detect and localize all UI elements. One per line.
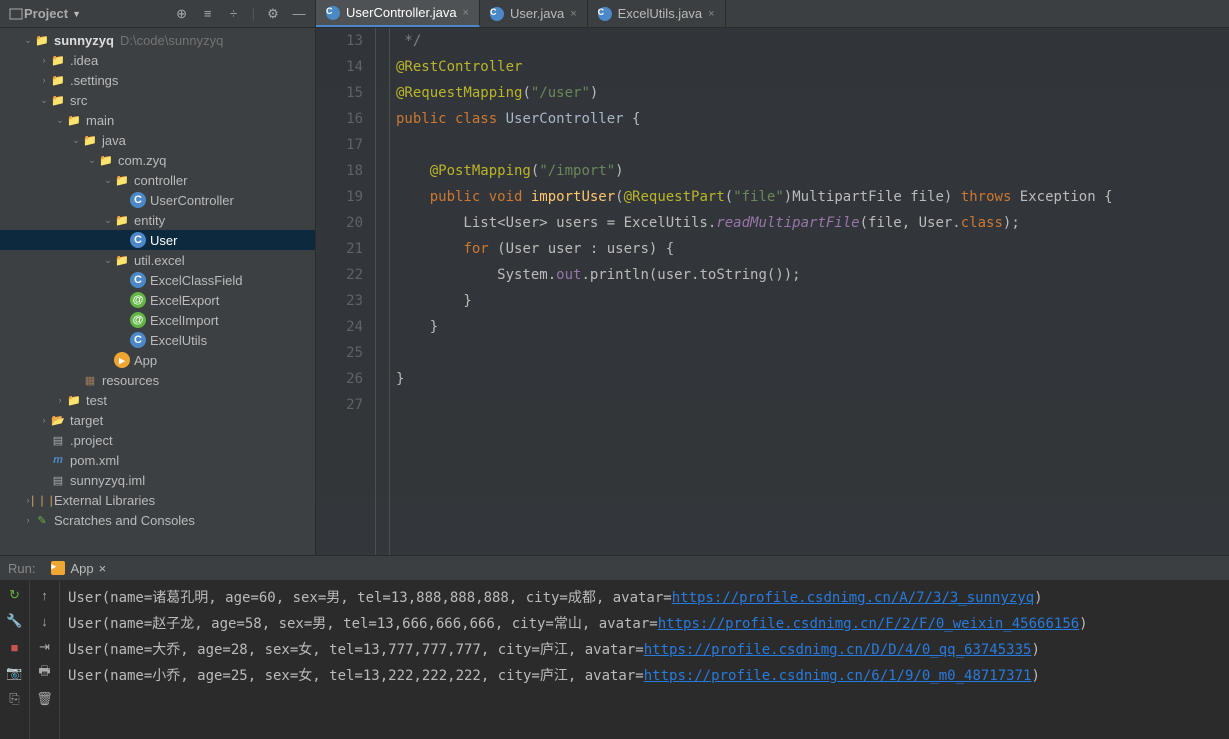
tree-item-resources[interactable]: ▦resources	[0, 370, 315, 390]
expand-icon[interactable]: ≡	[200, 6, 216, 22]
tree-item-target[interactable]: ›📂target	[0, 410, 315, 430]
run-config-tab[interactable]: ▸ App ×	[45, 559, 112, 578]
delete-icon[interactable]: 🗑	[37, 691, 53, 707]
up-icon[interactable]: ↑	[37, 587, 53, 603]
tree-item-app[interactable]: ▸App	[0, 350, 315, 370]
tab-excelutils-java[interactable]: CExcelUtils.java×	[588, 0, 726, 27]
project-tree[interactable]: ⌄📁sunnyzyqD:\code\sunnyzyq›📁.idea›📁.sett…	[0, 28, 315, 555]
tree-item-test[interactable]: ›📁test	[0, 390, 315, 410]
tree-item-util-excel[interactable]: ⌄📁util.excel	[0, 250, 315, 270]
camera-icon[interactable]: 📷	[7, 665, 23, 681]
chevron-down-icon[interactable]: ▼	[72, 9, 81, 19]
console-link[interactable]: https://profile.csdnimg.cn/6/1/9/0_m0_48…	[644, 668, 1032, 684]
console-output[interactable]: User(name=诸葛孔明, age=60, sex=男, tel=13,88…	[60, 581, 1229, 739]
tree-item-excelimport[interactable]: @ExcelImport	[0, 310, 315, 330]
close-icon[interactable]: ×	[570, 8, 576, 20]
close-icon[interactable]: ×	[708, 8, 714, 20]
tree-item-com-zyq[interactable]: ⌄📁com.zyq	[0, 150, 315, 170]
tab-usercontroller-java[interactable]: CUserController.java×	[316, 0, 480, 27]
tree-item--project[interactable]: ▤.project	[0, 430, 315, 450]
tree-item-main[interactable]: ⌄📁main	[0, 110, 315, 130]
wrench-icon[interactable]: 🔧	[7, 613, 23, 629]
project-pane-header: Project ▼ ⊕ ≡ ÷ | ⚙ —	[0, 0, 315, 28]
tree-item-entity[interactable]: ⌄📁entity	[0, 210, 315, 230]
tree-item-sunnyzyq[interactable]: ⌄📁sunnyzyqD:\code\sunnyzyq	[0, 30, 315, 50]
collapse-icon[interactable]: ÷	[226, 6, 242, 22]
rerun-icon[interactable]: ↻	[7, 587, 23, 603]
editor-tabs: CUserController.java×CUser.java×CExcelUt…	[316, 0, 1229, 28]
run-panel-header: Run: ▸ App ×	[0, 556, 1229, 581]
tree-item-excelutils[interactable]: CExcelUtils	[0, 330, 315, 350]
tree-item--idea[interactable]: ›📁.idea	[0, 50, 315, 70]
console-link[interactable]: https://profile.csdnimg.cn/D/D/4/0_qq_63…	[644, 642, 1032, 658]
gear-icon[interactable]: ⚙	[265, 6, 281, 22]
tree-item-external-libraries[interactable]: ›❘❘❘External Libraries	[0, 490, 315, 510]
tree-item-excelexport[interactable]: @ExcelExport	[0, 290, 315, 310]
run-label: Run:	[8, 561, 35, 576]
console-link[interactable]: https://profile.csdnimg.cn/A/7/3/3_sunny…	[672, 590, 1034, 606]
console-link[interactable]: https://profile.csdnimg.cn/F/2/F/0_weixi…	[658, 616, 1079, 632]
wrap-icon[interactable]: ⇥	[37, 639, 53, 655]
down-icon[interactable]: ↓	[37, 613, 53, 629]
tree-item-sunnyzyq-iml[interactable]: ▤sunnyzyq.iml	[0, 470, 315, 490]
tree-item-src[interactable]: ⌄📁src	[0, 90, 315, 110]
tree-item-usercontroller[interactable]: CUserController	[0, 190, 315, 210]
tree-item-controller[interactable]: ⌄📁controller	[0, 170, 315, 190]
tree-item-user[interactable]: CUser	[0, 230, 315, 250]
hide-icon[interactable]: —	[291, 6, 307, 22]
tree-item--settings[interactable]: ›📁.settings	[0, 70, 315, 90]
stop-icon[interactable]: ■	[7, 639, 23, 655]
exit-icon[interactable]: ⎘	[7, 691, 23, 707]
code-editor[interactable]: 131415161718192021222324252627 */@RestCo…	[316, 28, 1229, 555]
close-icon[interactable]: ×	[463, 7, 469, 19]
locate-icon[interactable]: ⊕	[174, 6, 190, 22]
tree-item-pom-xml[interactable]: mpom.xml	[0, 450, 315, 470]
print-icon[interactable]: 🖶	[37, 665, 53, 681]
tree-item-scratches-and-consoles[interactable]: ›✎Scratches and Consoles	[0, 510, 315, 530]
close-icon[interactable]: ×	[99, 561, 107, 576]
tree-item-excelclassfield[interactable]: CExcelClassField	[0, 270, 315, 290]
tree-item-java[interactable]: ⌄📁java	[0, 130, 315, 150]
tab-user-java[interactable]: CUser.java×	[480, 0, 588, 27]
project-icon	[8, 6, 24, 22]
project-pane-title[interactable]: Project	[24, 6, 68, 21]
